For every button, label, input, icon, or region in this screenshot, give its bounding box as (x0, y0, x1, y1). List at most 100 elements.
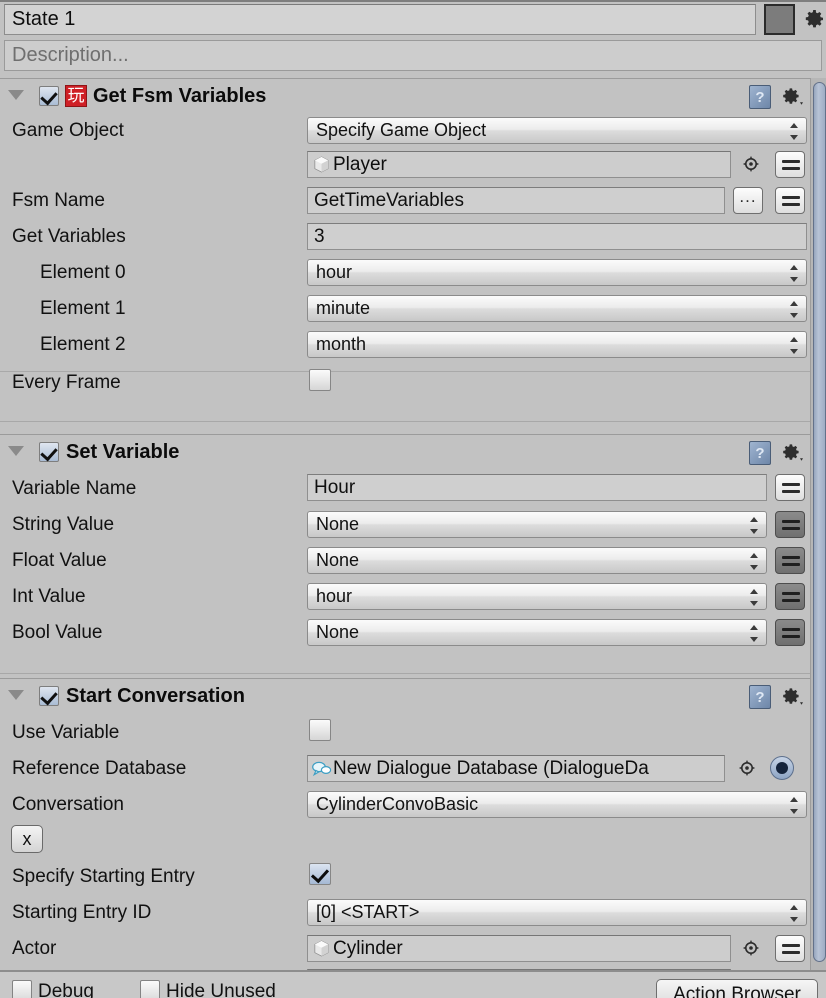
action-panel-start-conversation: Start Conversation ? Use Variable Refere… (0, 678, 815, 983)
element-1-dropdown[interactable]: minute (307, 295, 807, 322)
int-value-dropdown[interactable]: hour (307, 583, 767, 610)
debug-label: Debug (38, 981, 94, 998)
row-clear-conversation: x (0, 823, 815, 859)
dropdown-value: None (316, 622, 360, 642)
game-object-field[interactable]: Player (307, 151, 731, 178)
specify-starting-entry-checkbox[interactable] (309, 863, 331, 885)
row-element-0: Element 0 hour (0, 255, 815, 291)
row-use-variable: Use Variable (0, 713, 815, 751)
fsm-browse-button[interactable]: ... (733, 187, 763, 214)
row-conversation: Conversation CylinderConvoBasic (0, 787, 815, 823)
dropdown-value: None (316, 550, 360, 570)
row-int-value: Int Value hour (0, 579, 815, 615)
field-label: Starting Entry ID (12, 902, 152, 923)
action-settings-gear-icon[interactable] (781, 686, 807, 708)
speech-bubble-icon (312, 761, 332, 777)
database-source-radio[interactable] (770, 756, 794, 780)
chevron-down-icon[interactable] (8, 90, 24, 100)
updown-arrows-icon (750, 517, 759, 534)
updown-arrows-icon (750, 625, 759, 642)
updown-arrows-icon (750, 589, 759, 606)
row-bool-value: Bool Value None (0, 615, 815, 651)
field-label: Actor (12, 938, 57, 959)
game-object-dropdown[interactable]: Specify Game Object (307, 117, 807, 144)
fsm-name-input[interactable]: GetTimeVariables (307, 187, 725, 214)
element-0-dropdown[interactable]: hour (307, 259, 807, 286)
variable-menu-button[interactable] (775, 151, 805, 178)
action-enabled-checkbox[interactable] (39, 686, 59, 706)
help-icon[interactable]: ? (749, 441, 771, 465)
row-reference-database: Reference Database New Dialogue Database… (0, 751, 815, 787)
cube-icon (314, 940, 329, 957)
variable-menu-button[interactable] (775, 511, 805, 538)
field-label: Game Object (12, 120, 124, 141)
updown-arrows-icon (790, 337, 799, 354)
help-icon[interactable]: ? (749, 685, 771, 709)
action-enabled-checkbox[interactable] (39, 442, 59, 462)
action-settings-gear-icon[interactable] (781, 86, 807, 108)
reference-database-field[interactable]: New Dialogue Database (DialogueDa (307, 755, 725, 782)
bool-value-dropdown[interactable]: None (307, 619, 767, 646)
vertical-scrollbar-thumb[interactable] (813, 82, 826, 962)
float-value-dropdown[interactable]: None (307, 547, 767, 574)
field-label: Reference Database (12, 758, 187, 779)
action-panel-get-fsm-variables: 玩 Get Fsm Variables ? Game Object Specif… (0, 78, 815, 422)
reference-database-value: New Dialogue Database (DialogueDa (333, 757, 649, 779)
field-label: Fsm Name (12, 190, 105, 211)
actor-object-field[interactable]: Cylinder (307, 935, 731, 962)
variable-name-input[interactable]: Hour (307, 474, 767, 501)
row-element-1: Element 1 minute (0, 291, 815, 327)
help-icon[interactable]: ? (749, 85, 771, 109)
row-starting-entry-id: Starting Entry ID [0] <START> (0, 895, 815, 931)
variable-menu-button[interactable] (775, 935, 805, 962)
row-game-object-value: Player (0, 147, 815, 183)
action-enabled-checkbox[interactable] (39, 86, 59, 106)
hide-unused-checkbox[interactable] (140, 980, 160, 998)
object-picker-icon[interactable] (743, 940, 759, 956)
action-header[interactable]: 玩 Get Fsm Variables ? (0, 79, 815, 113)
gear-icon[interactable] (803, 6, 826, 32)
debug-checkbox[interactable] (12, 980, 32, 998)
every-frame-checkbox[interactable] (309, 369, 331, 391)
row-specify-starting-entry: Specify Starting Entry (0, 859, 815, 895)
variable-menu-button[interactable] (775, 619, 805, 646)
state-description-input[interactable]: Description... (4, 40, 822, 71)
row-float-value: Float Value None (0, 543, 815, 579)
dropdown-value: [0] <START> (316, 902, 420, 922)
row-get-variables: Get Variables 3 (0, 219, 815, 255)
variable-menu-button[interactable] (775, 187, 805, 214)
updown-arrows-icon (750, 553, 759, 570)
chevron-down-icon[interactable] (8, 446, 24, 456)
state-name-input[interactable]: State 1 (4, 4, 756, 35)
chevron-down-icon[interactable] (8, 690, 24, 700)
variable-menu-button[interactable] (775, 474, 805, 501)
string-value-dropdown[interactable]: None (307, 511, 767, 538)
action-settings-gear-icon[interactable] (781, 442, 807, 464)
variable-menu-button[interactable] (775, 547, 805, 574)
playmaker-action-icon: 玩 (65, 85, 87, 107)
vertical-scrollbar-track[interactable] (810, 78, 826, 998)
field-label: Specify Starting Entry (12, 866, 195, 887)
row-variable-name: Variable Name Hour (0, 469, 815, 507)
conversation-dropdown[interactable]: CylinderConvoBasic (307, 791, 807, 818)
get-variables-count-input[interactable]: 3 (307, 223, 807, 250)
starting-entry-id-dropdown[interactable]: [0] <START> (307, 899, 807, 926)
action-header[interactable]: Set Variable ? (0, 435, 815, 469)
dropdown-value: month (316, 334, 367, 354)
row-every-frame: Every Frame (0, 363, 815, 401)
action-browser-button[interactable]: Action Browser (656, 979, 818, 998)
clear-conversation-button[interactable]: x (11, 825, 43, 853)
dropdown-value: hour (316, 262, 353, 282)
state-color-swatch[interactable] (764, 4, 795, 35)
variable-menu-button[interactable] (775, 583, 805, 610)
dropdown-value: hour (316, 586, 353, 606)
dropdown-value: None (316, 514, 360, 534)
action-header[interactable]: Start Conversation ? (0, 679, 815, 713)
dropdown-value: Specify Game Object (316, 120, 487, 140)
use-variable-checkbox[interactable] (309, 719, 331, 741)
element-2-dropdown[interactable]: month (307, 331, 807, 358)
object-picker-icon[interactable] (743, 156, 759, 172)
object-field-value: Cylinder (333, 937, 403, 959)
object-picker-icon[interactable] (739, 760, 755, 776)
dropdown-value: minute (316, 298, 371, 318)
